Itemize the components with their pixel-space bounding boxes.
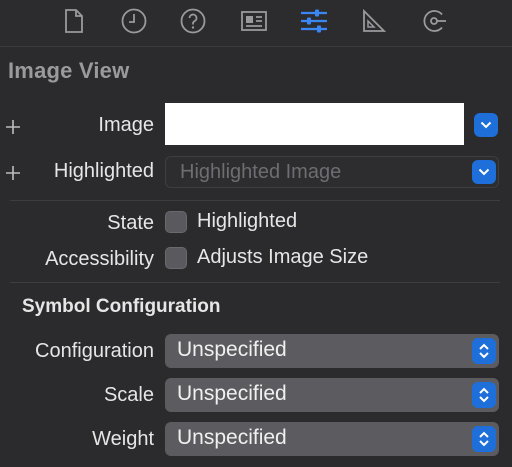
configuration-select[interactable]: Unspecified [165, 334, 499, 368]
highlighted-image-placeholder: Highlighted Image [180, 161, 342, 183]
state-label: State [107, 212, 154, 234]
section-title: Image View [8, 58, 130, 83]
adjusts-image-size-checkbox[interactable] [165, 247, 187, 269]
highlighted-image-field[interactable]: Highlighted Image [165, 156, 499, 188]
symbol-configuration-title: Symbol Configuration [22, 296, 221, 317]
clock-icon[interactable] [118, 6, 150, 36]
chevron-down-icon [478, 168, 490, 176]
identity-card-icon[interactable] [238, 6, 270, 36]
scale-label: Scale [103, 384, 154, 406]
updown-chevron-icon [472, 426, 496, 452]
configuration-value: Unspecified [177, 338, 287, 361]
help-icon[interactable] [177, 6, 209, 36]
chevron-down-icon [480, 121, 492, 129]
adjusts-image-size-label[interactable]: Adjusts Image Size [197, 246, 368, 269]
updown-chevron-icon [472, 382, 496, 408]
image-popup-button[interactable] [474, 113, 498, 137]
sliders-icon[interactable] [298, 6, 330, 36]
add-variation-icon[interactable] [4, 118, 22, 136]
image-label: Image [98, 114, 154, 136]
configuration-label: Configuration [35, 340, 154, 362]
divider [10, 282, 500, 283]
highlighted-label: Highlighted [53, 160, 154, 182]
scale-select[interactable]: Unspecified [165, 378, 499, 412]
add-variation-icon[interactable] [4, 164, 22, 182]
weight-value: Unspecified [177, 426, 287, 449]
highlighted-popup-button[interactable] [472, 160, 496, 184]
ruler-icon[interactable] [358, 6, 390, 36]
divider [10, 200, 500, 201]
scale-value: Unspecified [177, 382, 287, 405]
connections-icon[interactable] [418, 6, 450, 36]
highlighted-checkbox[interactable] [165, 211, 187, 233]
weight-label: Weight [92, 428, 154, 450]
weight-select[interactable]: Unspecified [165, 422, 499, 456]
image-input[interactable] [165, 103, 464, 145]
file-icon[interactable] [58, 6, 90, 36]
inspector-toolbar [0, 0, 512, 47]
accessibility-label: Accessibility [45, 248, 154, 270]
updown-chevron-icon [472, 338, 496, 364]
highlighted-checkbox-label[interactable]: Highlighted [197, 210, 297, 233]
